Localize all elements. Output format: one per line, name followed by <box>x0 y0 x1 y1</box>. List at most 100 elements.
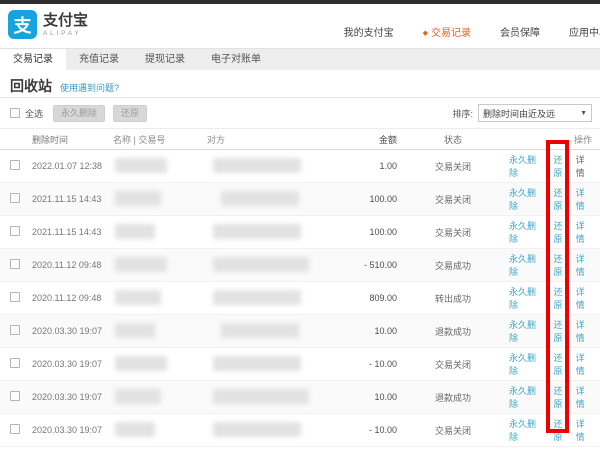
row-counterparty-cell <box>207 224 329 241</box>
permanent-delete-link[interactable]: 永久删除 <box>509 153 541 179</box>
row-checkbox[interactable] <box>10 160 20 170</box>
row-name-cell <box>113 422 207 439</box>
restore-link[interactable]: 还原 <box>553 285 569 311</box>
redacted-counterparty-blur <box>221 191 299 206</box>
restore-link[interactable]: 还原 <box>553 153 569 179</box>
detail-link[interactable]: 详情 <box>576 153 592 179</box>
row-status: 交易关闭 <box>397 358 509 371</box>
row-status: 交易关闭 <box>397 226 509 239</box>
restore-link[interactable]: 还原 <box>553 219 569 245</box>
row-amount: 1.00 <box>329 161 397 171</box>
row-delete-time: 2020.11.12 09:48 <box>32 260 113 270</box>
row-checkbox[interactable] <box>10 391 20 401</box>
row-checkbox[interactable] <box>10 193 20 203</box>
row-counterparty-cell <box>207 356 329 373</box>
restore-button[interactable]: 还原 <box>113 105 147 122</box>
row-checkbox[interactable] <box>10 259 20 269</box>
table-body: 2022.01.07 12:38 1.00 交易关闭 永久删除 | 还原 详情 … <box>0 150 600 447</box>
row-name-cell <box>113 158 207 175</box>
permanent-delete-link[interactable]: 永久删除 <box>509 384 541 410</box>
row-operations: 永久删除 | 还原 详情 <box>509 351 592 377</box>
row-operations: 永久删除 | 还原 详情 <box>509 285 592 311</box>
restore-link[interactable]: 还原 <box>553 252 569 278</box>
redacted-name-blur <box>115 224 155 239</box>
tab-e-statement[interactable]: 电子对账单 <box>198 49 274 70</box>
permanent-delete-link[interactable]: 永久删除 <box>509 252 541 278</box>
nav-app-center[interactable]: 应用中心 <box>569 24 600 39</box>
redacted-name-blur <box>115 191 161 206</box>
detail-link[interactable]: 详情 <box>576 318 592 344</box>
permanent-delete-link[interactable]: 永久删除 <box>509 417 541 443</box>
row-check-cell <box>10 160 32 172</box>
row-operations: 永久删除 | 还原 详情 <box>509 384 592 410</box>
permanent-delete-link[interactable]: 永久删除 <box>509 219 541 245</box>
row-checkbox[interactable] <box>10 292 20 302</box>
select-all-checkbox[interactable] <box>10 108 20 118</box>
alipay-logo-icon: 支 <box>8 10 37 39</box>
detail-link[interactable]: 详情 <box>576 351 592 377</box>
row-check-cell <box>10 391 32 403</box>
row-checkbox[interactable] <box>10 226 20 236</box>
restore-link[interactable]: 还原 <box>553 417 569 443</box>
permanent-delete-link[interactable]: 永久删除 <box>509 186 541 212</box>
redacted-counterparty-blur <box>213 389 309 404</box>
permanent-delete-link[interactable]: 永久删除 <box>509 351 541 377</box>
tab-withdraw-records[interactable]: 提现记录 <box>132 49 198 70</box>
row-check-cell <box>10 259 32 271</box>
nav-member-protection[interactable]: 会员保障 <box>500 24 540 39</box>
row-check-cell <box>10 226 32 238</box>
sort-dropdown[interactable]: 删除时间由近及远 ▼ <box>478 104 592 122</box>
help-link[interactable]: 使用遇到问题? <box>60 81 119 94</box>
row-counterparty-cell <box>207 389 329 406</box>
caret-down-icon: ▼ <box>580 110 587 117</box>
row-delete-time: 2020.03.30 19:07 <box>32 359 113 369</box>
page-title-row: 回收站 使用遇到问题? <box>0 70 600 94</box>
link-separator: | <box>546 359 548 369</box>
tab-transaction-records[interactable]: 交易记录 <box>0 49 66 70</box>
row-status: 交易关闭 <box>397 160 509 173</box>
redacted-name-blur <box>115 257 167 272</box>
restore-link[interactable]: 还原 <box>553 351 569 377</box>
detail-link[interactable]: 详情 <box>576 384 592 410</box>
header-delete-time: 删除时间 <box>32 133 113 146</box>
row-checkbox[interactable] <box>10 325 20 335</box>
redacted-name-blur <box>115 356 167 371</box>
header-operation: 操作 <box>509 133 592 146</box>
nav-transaction-records[interactable]: ◆交易记录 <box>423 24 471 39</box>
link-separator: | <box>546 293 548 303</box>
restore-link[interactable]: 还原 <box>553 186 569 212</box>
table-row: 2020.03.30 19:07 10.00 退款成功 永久删除 | 还原 详情 <box>0 315 600 348</box>
restore-link[interactable]: 还原 <box>553 384 569 410</box>
table-row: 2020.03.30 19:07 - 10.00 交易关闭 永久删除 | 还原 … <box>0 348 600 381</box>
detail-link[interactable]: 详情 <box>576 285 592 311</box>
row-amount: 809.00 <box>329 293 397 303</box>
link-separator: | <box>546 392 548 402</box>
row-delete-time: 2020.03.30 19:07 <box>32 425 113 435</box>
restore-link[interactable]: 还原 <box>553 318 569 344</box>
permanent-delete-link[interactable]: 永久删除 <box>509 285 541 311</box>
redacted-name-blur <box>115 422 155 437</box>
detail-link[interactable]: 详情 <box>576 252 592 278</box>
row-checkbox[interactable] <box>10 358 20 368</box>
permanent-delete-link[interactable]: 永久删除 <box>509 318 541 344</box>
tab-recharge-records[interactable]: 充值记录 <box>66 49 132 70</box>
row-delete-time: 2020.11.12 09:48 <box>32 293 113 303</box>
detail-link[interactable]: 详情 <box>576 186 592 212</box>
row-amount: 10.00 <box>329 392 397 402</box>
row-name-cell <box>113 191 207 208</box>
row-delete-time: 2020.03.30 19:07 <box>32 392 113 402</box>
select-all-label: 全选 <box>25 107 43 120</box>
row-operations: 永久删除 | 还原 详情 <box>509 186 592 212</box>
detail-link[interactable]: 详情 <box>576 417 592 443</box>
row-operations: 永久删除 | 还原 详情 <box>509 318 592 344</box>
row-checkbox[interactable] <box>10 424 20 434</box>
redacted-counterparty-blur <box>213 356 301 371</box>
row-counterparty-cell <box>207 290 329 307</box>
alipay-logo[interactable]: 支 支付宝 ALIPAY <box>8 10 88 39</box>
detail-link[interactable]: 详情 <box>576 219 592 245</box>
permanent-delete-button[interactable]: 永久删除 <box>53 105 105 122</box>
table-row: 2022.01.07 12:38 1.00 交易关闭 永久删除 | 还原 详情 <box>0 150 600 183</box>
row-op-group: 永久删除 | 还原 <box>509 384 570 410</box>
nav-my-alipay[interactable]: 我的支付宝 <box>344 24 394 39</box>
redacted-counterparty-blur <box>213 257 309 272</box>
